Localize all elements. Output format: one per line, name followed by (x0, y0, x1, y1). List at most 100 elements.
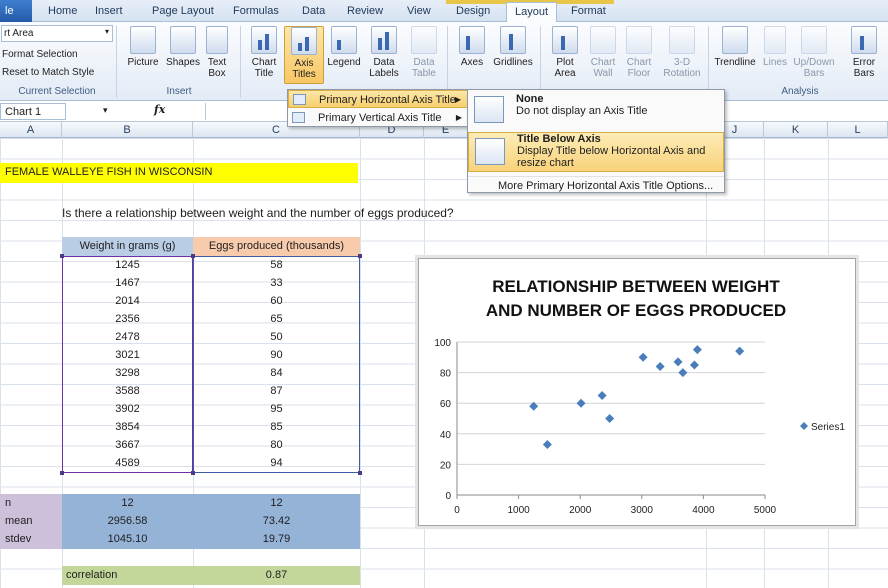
range-handle[interactable] (191, 471, 195, 475)
tab-insert[interactable]: Insert (95, 5, 123, 17)
trendline-label: Trendline (714, 57, 756, 68)
data-point (692, 345, 702, 355)
option-title-below-axis[interactable]: Title Below Axis Display Title below Hor… (468, 132, 724, 172)
text-box-icon (206, 26, 228, 54)
range-handle[interactable] (60, 471, 64, 475)
data-point (638, 352, 648, 362)
tab-view[interactable]: View (407, 5, 431, 17)
legend-button[interactable]: Legend (324, 26, 364, 84)
format-selection-button[interactable]: Format Selection (2, 49, 78, 64)
group-insert-label: Insert (166, 86, 192, 97)
option-none[interactable]: None Do not display an Axis Title (468, 93, 724, 127)
x-tick-label: 3000 (631, 505, 654, 516)
chevron-right-icon: ▶ (454, 95, 461, 104)
legend-icon (331, 26, 357, 54)
vertical-axis-title-icon (292, 112, 305, 123)
tab-file[interactable]: le (0, 0, 32, 22)
updown-bars-label: Up/Down Bars (793, 57, 835, 79)
stat-stdev-weight[interactable]: 1045.10 (62, 530, 193, 549)
stat-label-n[interactable]: n (0, 494, 62, 513)
stat-n-weight[interactable]: 12 (62, 494, 193, 513)
correlation-label[interactable]: correlation (66, 566, 117, 585)
tab-data[interactable]: Data (302, 5, 325, 17)
updown-bars-button[interactable]: Up/Down Bars (791, 26, 837, 84)
group-current-selection-label: Current Selection (18, 86, 96, 97)
tab-format[interactable]: Format (571, 5, 606, 17)
chevron-down-icon[interactable]: ▾ (103, 105, 108, 116)
trendline-button[interactable]: Trendline (712, 26, 758, 84)
error-bars-button[interactable]: Error Bars (842, 26, 886, 84)
picture-button[interactable]: Picture (123, 26, 163, 84)
name-box[interactable]: Chart 1 (0, 103, 66, 120)
chart-title-icon (251, 26, 277, 54)
stat-stdev-eggs[interactable]: 19.79 (193, 530, 360, 549)
group-separator (447, 26, 448, 98)
axes-icon (459, 26, 485, 54)
tab-home[interactable]: Home (48, 5, 77, 17)
eggs-range-highlight (193, 256, 360, 473)
tab-layout[interactable]: Layout (506, 2, 558, 23)
data-labels-button[interactable]: Data Labels (364, 26, 404, 84)
stat-mean-weight[interactable]: 2956.58 (62, 512, 193, 531)
reset-style-button[interactable]: Reset to Match Style (2, 67, 94, 82)
y-tick-label: 60 (440, 399, 452, 410)
menu-primary-vertical-axis-title[interactable]: Primary Vertical Axis Title ▶ (288, 109, 468, 127)
stat-label-stdev[interactable]: stdev (0, 530, 62, 549)
question-text[interactable]: Is there a relationship between weight a… (62, 206, 454, 220)
column-header[interactable]: L (828, 122, 888, 138)
column-header[interactable]: B (62, 122, 193, 138)
x-tick-label: 5000 (754, 505, 777, 516)
data-point (576, 398, 586, 408)
tab-page-layout[interactable]: Page Layout (152, 5, 214, 17)
axes-button[interactable]: Axes (452, 26, 492, 84)
range-handle[interactable] (358, 254, 362, 258)
chevron-right-icon: ▶ (455, 113, 462, 122)
shapes-icon (170, 26, 196, 54)
header-weight[interactable]: Weight in grams (g) (62, 237, 193, 256)
trendline-icon (722, 26, 748, 54)
plot-area-label: Plot Area (554, 57, 576, 79)
legend-label: Series1 (811, 422, 845, 433)
tab-review[interactable]: Review (347, 5, 383, 17)
tab-design[interactable]: Design (456, 5, 490, 17)
data-point (605, 414, 615, 423)
lines-icon (764, 26, 786, 54)
group-separator (540, 26, 541, 98)
axis-titles-button[interactable]: Axis Titles (284, 26, 324, 84)
menu-primary-horizontal-axis-title[interactable]: Primary Horizontal Axis Title ▶ (288, 90, 468, 108)
tab-formulas[interactable]: Formulas (233, 5, 279, 17)
y-tick-label: 0 (445, 491, 451, 502)
text-box-button[interactable]: Text Box (200, 26, 234, 84)
y-tick-label: 100 (434, 338, 451, 349)
chart-element-dropdown[interactable]: rt Area ▾ (1, 25, 113, 42)
more-axis-title-options[interactable]: More Primary Horizontal Axis Title Optio… (468, 176, 724, 193)
gridlines-button[interactable]: Gridlines (490, 26, 536, 84)
header-eggs[interactable]: Eggs produced (thousands) (193, 237, 360, 256)
legend-marker (800, 422, 808, 430)
range-handle[interactable] (60, 254, 64, 258)
x-tick-label: 4000 (692, 505, 715, 516)
range-handle[interactable] (358, 471, 362, 475)
shapes-button[interactable]: Shapes (163, 26, 203, 84)
column-header[interactable]: A (0, 122, 62, 138)
sheet-title[interactable]: FEMALE WALLEYE FISH IN WISCONSIN (0, 163, 358, 183)
column-header[interactable]: K (764, 122, 828, 138)
chart-wall-button[interactable]: Chart Wall (583, 26, 623, 84)
stat-n-eggs[interactable]: 12 (193, 494, 360, 513)
scatter-chart[interactable]: RELATIONSHIP BETWEEN WEIGHT AND NUMBER O… (418, 258, 856, 526)
data-point (673, 357, 683, 367)
range-handle[interactable] (191, 254, 195, 258)
rotation-icon (669, 26, 695, 54)
plot-area-button[interactable]: Plot Area (545, 26, 585, 84)
data-table-button[interactable]: Data Table (404, 26, 444, 84)
correlation-value[interactable]: 0.87 (193, 566, 360, 585)
rotation-button[interactable]: 3-D Rotation (658, 26, 706, 84)
stat-mean-eggs[interactable]: 73.42 (193, 512, 360, 531)
lines-button[interactable]: Lines (760, 26, 790, 84)
stat-label-mean[interactable]: mean (0, 512, 62, 531)
chart-title-button[interactable]: Chart Title (244, 26, 284, 84)
fx-label[interactable]: fx (154, 103, 165, 116)
shapes-label: Shapes (166, 57, 200, 68)
chart-floor-button[interactable]: Chart Floor (619, 26, 659, 84)
chart-floor-icon (626, 26, 652, 54)
